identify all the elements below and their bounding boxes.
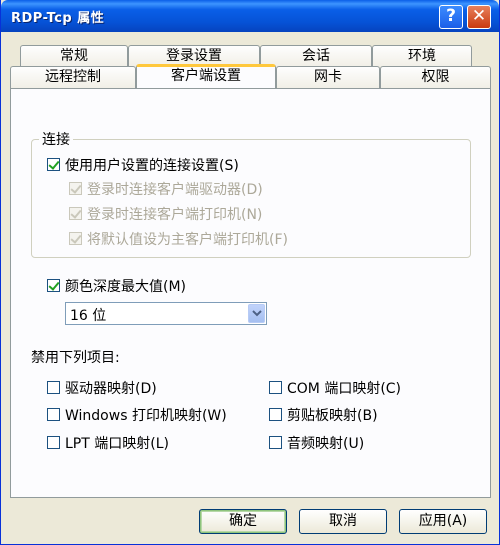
tab-network-adapter[interactable]: 网卡 bbox=[276, 66, 380, 88]
close-icon: ✕ bbox=[471, 6, 487, 26]
connect-printers-label: 登录时连接客户端打印机(N) bbox=[87, 207, 263, 223]
windows-printer-mapping-checkbox[interactable] bbox=[47, 408, 60, 421]
clipboard-mapping-label[interactable]: 剪贴板映射(B) bbox=[287, 405, 378, 425]
disable-items-title: 禁用下列项目: bbox=[31, 350, 120, 366]
title-bar[interactable]: RDP-Tcp 属性 ? ✕ bbox=[1, 0, 499, 32]
tab-remote-control[interactable]: 远程控制 bbox=[10, 66, 136, 88]
use-user-settings-label[interactable]: 使用用户设置的连接设置(S) bbox=[65, 155, 239, 175]
lpt-port-mapping-checkbox[interactable] bbox=[47, 436, 60, 449]
connect-printers-checkbox[interactable] bbox=[69, 207, 82, 220]
default-main-printer-label: 将默认值设为主客户端打印机(F) bbox=[87, 232, 288, 248]
window-title: RDP-Tcp 属性 bbox=[11, 11, 105, 26]
audio-mapping-checkbox[interactable] bbox=[269, 436, 282, 449]
ok-button[interactable]: 确定 bbox=[199, 509, 287, 534]
tab-client-settings[interactable]: 客户端设置 bbox=[136, 64, 276, 88]
default-main-printer-checkbox[interactable] bbox=[69, 232, 82, 245]
help-button[interactable]: ? bbox=[439, 5, 463, 29]
color-depth-value: 16 位 bbox=[70, 308, 107, 324]
com-port-mapping-label[interactable]: COM 端口映射(C) bbox=[287, 378, 401, 398]
tab-general[interactable]: 常规 bbox=[20, 45, 128, 67]
connect-drives-label: 登录时连接客户端驱动器(D) bbox=[87, 182, 263, 198]
lpt-port-mapping-label[interactable]: LPT 端口映射(L) bbox=[65, 433, 169, 453]
close-button[interactable]: ✕ bbox=[467, 5, 491, 29]
tab-environment[interactable]: 环境 bbox=[372, 45, 472, 67]
color-depth-dropdown[interactable]: 16 位 bbox=[65, 302, 267, 325]
cancel-button[interactable]: 取消 bbox=[299, 509, 387, 534]
connection-group-legend: 连接 bbox=[39, 129, 73, 149]
drive-mapping-checkbox[interactable] bbox=[47, 381, 60, 394]
tab-permissions[interactable]: 权限 bbox=[380, 66, 491, 88]
drive-mapping-label[interactable]: 驱动器映射(D) bbox=[65, 378, 157, 398]
use-user-settings-checkbox[interactable] bbox=[47, 158, 60, 171]
windows-printer-mapping-label[interactable]: Windows 打印机映射(W) bbox=[65, 405, 227, 425]
properties-dialog: RDP-Tcp 属性 ? ✕ 常规 登录设置 会话 环境 远程控制 客户端设置 … bbox=[0, 0, 500, 545]
com-port-mapping-checkbox[interactable] bbox=[269, 381, 282, 394]
help-icon: ? bbox=[446, 6, 456, 26]
apply-button[interactable]: 应用(A) bbox=[399, 509, 487, 534]
color-depth-label[interactable]: 颜色深度最大值(M) bbox=[65, 276, 186, 296]
audio-mapping-label[interactable]: 音频映射(U) bbox=[287, 433, 364, 453]
clipboard-mapping-checkbox[interactable] bbox=[269, 408, 282, 421]
connect-drives-checkbox[interactable] bbox=[69, 182, 82, 195]
color-depth-checkbox[interactable] bbox=[47, 279, 60, 292]
chevron-down-icon[interactable] bbox=[248, 304, 265, 323]
tab-sessions[interactable]: 会话 bbox=[260, 45, 372, 67]
